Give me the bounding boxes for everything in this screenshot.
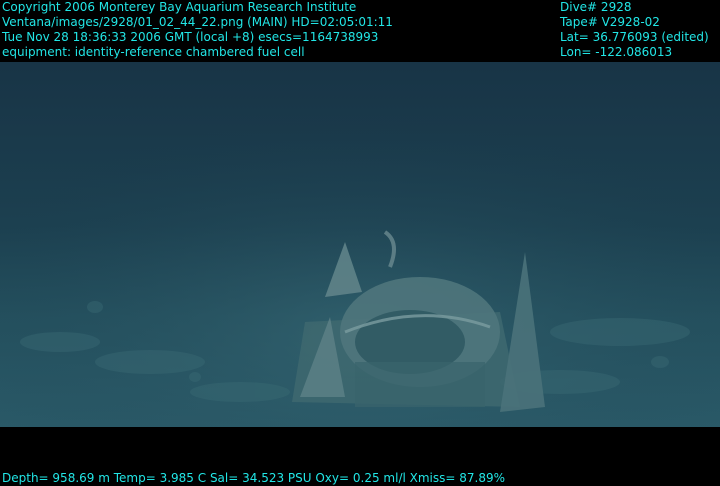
longitude: Lon= -122.086013 [560,45,673,59]
dive-number: Dive# 2928 [560,0,632,14]
sensor-readout: Depth= 958.69 m Temp= 3.985 C Sal= 34.52… [2,471,506,485]
copyright-line: Copyright 2006 Monterey Bay Aquarium Res… [2,0,357,14]
seafloor-scene [0,62,720,427]
image-path-line: Ventana/images/2928/01_02_44_22.png (MAI… [2,15,393,29]
underwater-video-frame [0,62,720,427]
timestamp-line: Tue Nov 28 18:36:33 2006 GMT (local +8) … [2,30,379,44]
tape-number: Tape# V2928-02 [560,15,660,29]
latitude: Lat= 36.776093 (edited) [560,30,709,44]
header-right-block: Dive# 2928 Tape# V2928-02 Lat= 36.776093… [560,0,709,60]
header-left-block: Copyright 2006 Monterey Bay Aquarium Res… [2,0,393,60]
equipment-line: equipment: identity-reference chambered … [2,45,305,59]
